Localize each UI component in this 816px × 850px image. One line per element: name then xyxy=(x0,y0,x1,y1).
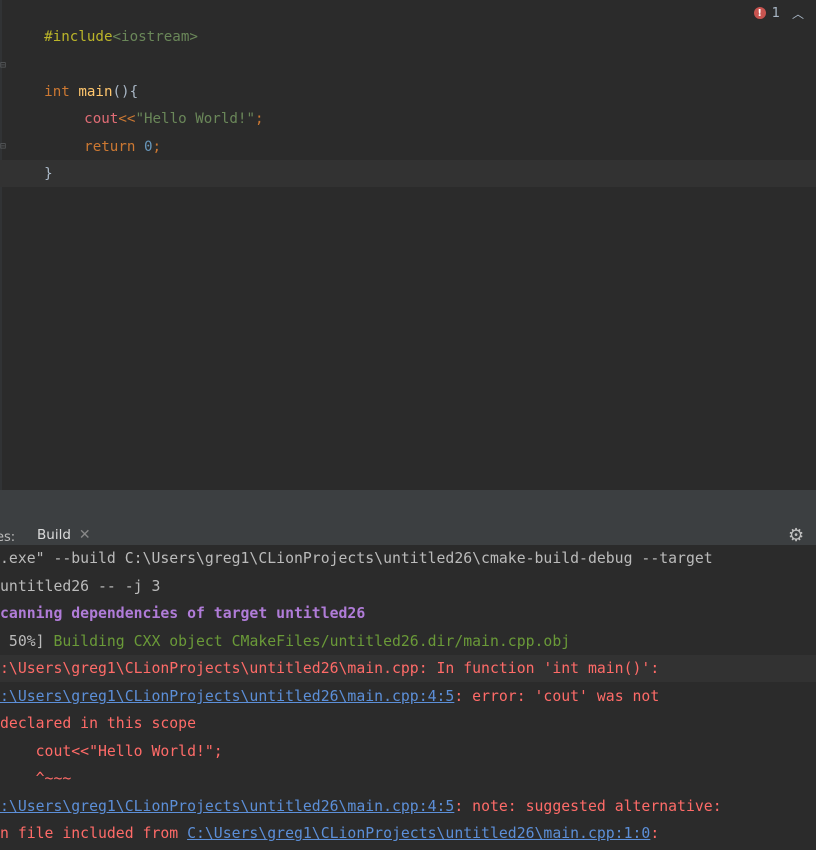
caret-line-highlight xyxy=(0,160,816,187)
code-line-5[interactable]: return 0; xyxy=(50,107,161,155)
console-line: ^~~~ xyxy=(0,770,72,787)
console-line: 50%] Building CXX object CMakeFiles/unti… xyxy=(0,628,570,655)
code-line-1[interactable]: #include<iostream> xyxy=(10,0,198,45)
build-message: Building CXX object CMakeFiles/untitled2… xyxy=(53,633,571,650)
console-line: untitled26 -- -j 3 xyxy=(0,578,161,595)
semicolon: ; xyxy=(255,111,264,127)
error-icon: ! xyxy=(753,7,766,19)
build-console[interactable]: .exe" --build C:\Users\greg1\CLionProjec… xyxy=(0,545,816,850)
panel-splitter[interactable] xyxy=(0,490,816,520)
include-target: <iostream> xyxy=(112,29,198,45)
fold-close-icon[interactable]: ⊟ xyxy=(0,142,8,152)
console-line: :\Users\greg1\CLionProjects\untitled26\m… xyxy=(0,683,659,710)
code-line-4[interactable]: cout<<"Hello World!"; xyxy=(50,79,263,127)
code-line-3[interactable]: int main(){ xyxy=(10,52,138,100)
semicolon: ; xyxy=(152,139,162,155)
error-message: : error: 'cout' was not xyxy=(454,688,660,705)
code-line-6[interactable]: } xyxy=(10,134,53,182)
console-line: cout<<"Hello World!"; xyxy=(0,743,223,760)
closing-brace: } xyxy=(44,166,53,182)
note-message: : note: suggested alternative: xyxy=(454,798,722,815)
file-link[interactable]: :\Users\greg1\CLionProjects\untitled26\m… xyxy=(0,798,454,815)
file-link[interactable]: C:\Users\greg1\CLionProjects\untitled26\… xyxy=(187,825,650,842)
inspection-widget[interactable]: ! 1 ︿ xyxy=(753,2,804,24)
code-editor[interactable]: #include<iostream> ⊟ int main(){ cout<<"… xyxy=(0,0,816,490)
console-line: declared in this scope xyxy=(0,715,196,732)
include-suffix: : xyxy=(650,825,660,842)
fold-open-icon[interactable]: ⊟ xyxy=(0,61,8,71)
preprocessor-directive: #include xyxy=(44,29,113,45)
console-line: :\Users\greg1\CLionProjects\untitled26\m… xyxy=(0,793,722,820)
gear-icon[interactable]: ⚙ xyxy=(788,527,806,545)
number-literal: 0 xyxy=(143,139,153,155)
include-prefix: n file included from xyxy=(0,825,188,842)
keyword-return: return xyxy=(84,139,136,155)
progress-percent: 50%] xyxy=(0,633,54,650)
console-line: n file included from C:\Users\greg1\CLio… xyxy=(0,820,659,847)
error-count: 1 xyxy=(771,5,780,21)
chevron-up-icon[interactable]: ︿ xyxy=(792,5,804,22)
file-link[interactable]: :\Users\greg1\CLionProjects\untitled26\m… xyxy=(0,688,454,705)
console-line: .exe" --build C:\Users\greg1\CLionProjec… xyxy=(0,550,713,567)
editor-gutter xyxy=(0,0,2,490)
console-line: :\Users\greg1\CLionProjects\untitled26\m… xyxy=(0,660,660,677)
console-line: canning dependencies of target untitled2… xyxy=(0,605,366,622)
